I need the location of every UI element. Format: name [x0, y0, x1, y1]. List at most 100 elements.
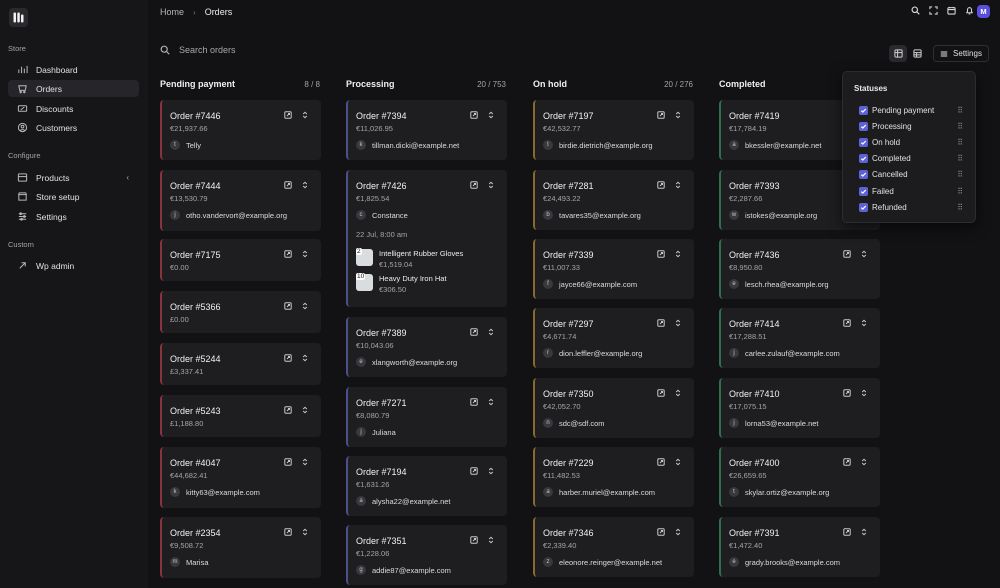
- order-card[interactable]: Order #7394 €11,026.95 k tillman.dicki@exam…: [346, 100, 507, 160]
- order-title[interactable]: Order #7391: [729, 528, 780, 538]
- drag-handle-icon[interactable]: ⠿: [957, 154, 963, 163]
- customer[interactable]: b tavares35@example.org: [543, 210, 641, 220]
- avatar[interactable]: M: [977, 5, 990, 18]
- drag-handle-icon[interactable]: ⠿: [957, 106, 963, 115]
- sort-handle-icon[interactable]: [860, 319, 868, 327]
- checkbox-checked-icon[interactable]: [859, 170, 868, 180]
- sidebar-item-dashboard[interactable]: Dashboard: [8, 61, 139, 78]
- order-title[interactable]: Order #7410: [729, 389, 780, 399]
- open-external-icon[interactable]: [657, 181, 665, 189]
- order-title[interactable]: Order #5366: [170, 302, 221, 312]
- sort-handle-icon[interactable]: [860, 389, 868, 397]
- sidebar-item-settings[interactable]: Settings: [8, 208, 139, 225]
- order-title[interactable]: Order #7393: [729, 181, 780, 191]
- chevron-left-icon[interactable]: ‹: [126, 173, 129, 182]
- order-title[interactable]: Order #7436: [729, 250, 780, 260]
- open-external-icon[interactable]: [284, 354, 292, 362]
- order-card[interactable]: Order #7194 €1,631.26 a alysha22@example.ne…: [346, 456, 507, 516]
- customer[interactable]: f jayce66@example.com: [543, 279, 637, 289]
- customer[interactable]: z eleonore.reinger@example.net: [543, 557, 662, 567]
- order-card[interactable]: Order #7436 €8,950.80 e lesch.rhea@example.…: [719, 239, 880, 299]
- drag-handle-icon[interactable]: ⠿: [957, 122, 963, 131]
- order-card[interactable]: Order #7391 €1,472.40 e grady.brooks@exampl…: [719, 517, 880, 577]
- checkbox-checked-icon[interactable]: [859, 186, 868, 196]
- sort-handle-icon[interactable]: [860, 250, 868, 258]
- order-title[interactable]: Order #7419: [729, 111, 780, 121]
- status-option[interactable]: On hold ⠿: [859, 136, 963, 148]
- open-external-icon[interactable]: [470, 467, 478, 475]
- sort-handle-icon[interactable]: [301, 181, 309, 189]
- sidebar-item-wp-admin[interactable]: Wp admin: [8, 257, 139, 274]
- order-card[interactable]: Order #2354 €9,508.72 m Marisa: [160, 517, 321, 578]
- order-card[interactable]: Order #7175 €0.00: [160, 239, 321, 281]
- order-card[interactable]: Order #7197 €42,532.77 t birdie.dietrich@ex…: [533, 100, 694, 160]
- sort-handle-icon[interactable]: [301, 406, 309, 414]
- order-title[interactable]: Order #7444: [170, 181, 221, 191]
- order-card[interactable]: Order #7446 €21,937.66 t Telly: [160, 100, 321, 160]
- order-title[interactable]: Order #7400: [729, 458, 780, 468]
- open-external-icon[interactable]: [843, 458, 851, 466]
- order-title[interactable]: Order #7350: [543, 389, 594, 399]
- checkbox-checked-icon[interactable]: [859, 105, 868, 115]
- order-card[interactable]: Order #7281 €24,493.22 b tavares35@example.…: [533, 170, 694, 230]
- status-option[interactable]: Failed ⠿: [859, 185, 963, 197]
- sort-handle-icon[interactable]: [301, 111, 309, 119]
- checkbox-checked-icon[interactable]: [859, 202, 868, 212]
- customer[interactable]: k tillman.dicki@example.net: [356, 140, 459, 150]
- sort-handle-icon[interactable]: [674, 181, 682, 189]
- open-external-icon[interactable]: [657, 250, 665, 258]
- customer[interactable]: t Telly: [170, 140, 201, 150]
- sort-handle-icon[interactable]: [301, 302, 309, 310]
- sort-handle-icon[interactable]: [674, 111, 682, 119]
- customer[interactable]: j lorna53@example.net: [729, 418, 819, 428]
- sort-handle-icon[interactable]: [674, 528, 682, 536]
- order-title[interactable]: Order #7194: [356, 467, 407, 477]
- search-icon[interactable]: [911, 6, 920, 15]
- kanban-view-button[interactable]: [889, 45, 907, 62]
- order-card[interactable]: Order #7426 €1,825.54 c Constance 22 Jul, 8:…: [346, 170, 507, 307]
- sort-handle-icon[interactable]: [674, 250, 682, 258]
- order-title[interactable]: Order #7297: [543, 319, 594, 329]
- sidebar-item-store-setup[interactable]: Store setup: [8, 188, 139, 205]
- order-title[interactable]: Order #7351: [356, 536, 407, 546]
- sort-handle-icon[interactable]: [301, 250, 309, 258]
- customer[interactable]: j Juliana: [356, 427, 396, 437]
- order-card[interactable]: Order #5244 £3,337.41: [160, 343, 321, 385]
- sort-handle-icon[interactable]: [487, 181, 495, 189]
- order-title[interactable]: Order #5244: [170, 354, 221, 364]
- open-external-icon[interactable]: [470, 111, 478, 119]
- search-input[interactable]: Search orders: [179, 45, 236, 55]
- customer[interactable]: g addie87@example.com: [356, 565, 451, 575]
- open-external-icon[interactable]: [657, 458, 665, 466]
- sort-handle-icon[interactable]: [487, 328, 495, 336]
- order-title[interactable]: Order #7346: [543, 528, 594, 538]
- open-external-icon[interactable]: [284, 111, 292, 119]
- checkbox-checked-icon[interactable]: [859, 137, 868, 147]
- order-card[interactable]: Order #5366 £0.00: [160, 291, 321, 333]
- sort-handle-icon[interactable]: [860, 528, 868, 536]
- order-card[interactable]: Order #7346 €2,339.40 z eleonore.reinger@ex…: [533, 517, 694, 577]
- sort-handle-icon[interactable]: [674, 458, 682, 466]
- order-card[interactable]: Order #7271 €8,080.79 j Juliana: [346, 387, 507, 447]
- customer[interactable]: a harber.muriel@example.com: [543, 487, 655, 497]
- customer[interactable]: a bkessler@example.net: [729, 140, 821, 150]
- open-external-icon[interactable]: [284, 528, 292, 536]
- customer[interactable]: e lesch.rhea@example.org: [729, 279, 829, 289]
- sort-handle-icon[interactable]: [301, 458, 309, 466]
- order-card[interactable]: Order #7339 €11,007.33 f jayce66@example.co…: [533, 239, 694, 299]
- open-external-icon[interactable]: [284, 458, 292, 466]
- customer[interactable]: w istokes@example.org: [729, 210, 817, 220]
- customer[interactable]: j carlee.zulauf@example.com: [729, 348, 840, 358]
- order-card[interactable]: Order #7444 €13,530.79 j otho.vandervort@ex…: [160, 170, 321, 231]
- customer[interactable]: c Constance: [356, 210, 408, 220]
- open-external-icon[interactable]: [657, 111, 665, 119]
- sort-handle-icon[interactable]: [674, 389, 682, 397]
- order-card[interactable]: Order #7297 €4,671.74 r dion.leffler@exampl…: [533, 308, 694, 368]
- order-title[interactable]: Order #7414: [729, 319, 780, 329]
- order-title[interactable]: Order #7175: [170, 250, 221, 260]
- sort-handle-icon[interactable]: [487, 111, 495, 119]
- order-card[interactable]: Order #7410 €17,075.15 j lorna53@example.ne…: [719, 378, 880, 438]
- customer[interactable]: t skylar.ortiz@example.org: [729, 487, 829, 497]
- customer[interactable]: m Marisa: [170, 557, 209, 567]
- drag-handle-icon[interactable]: ⠿: [957, 187, 963, 196]
